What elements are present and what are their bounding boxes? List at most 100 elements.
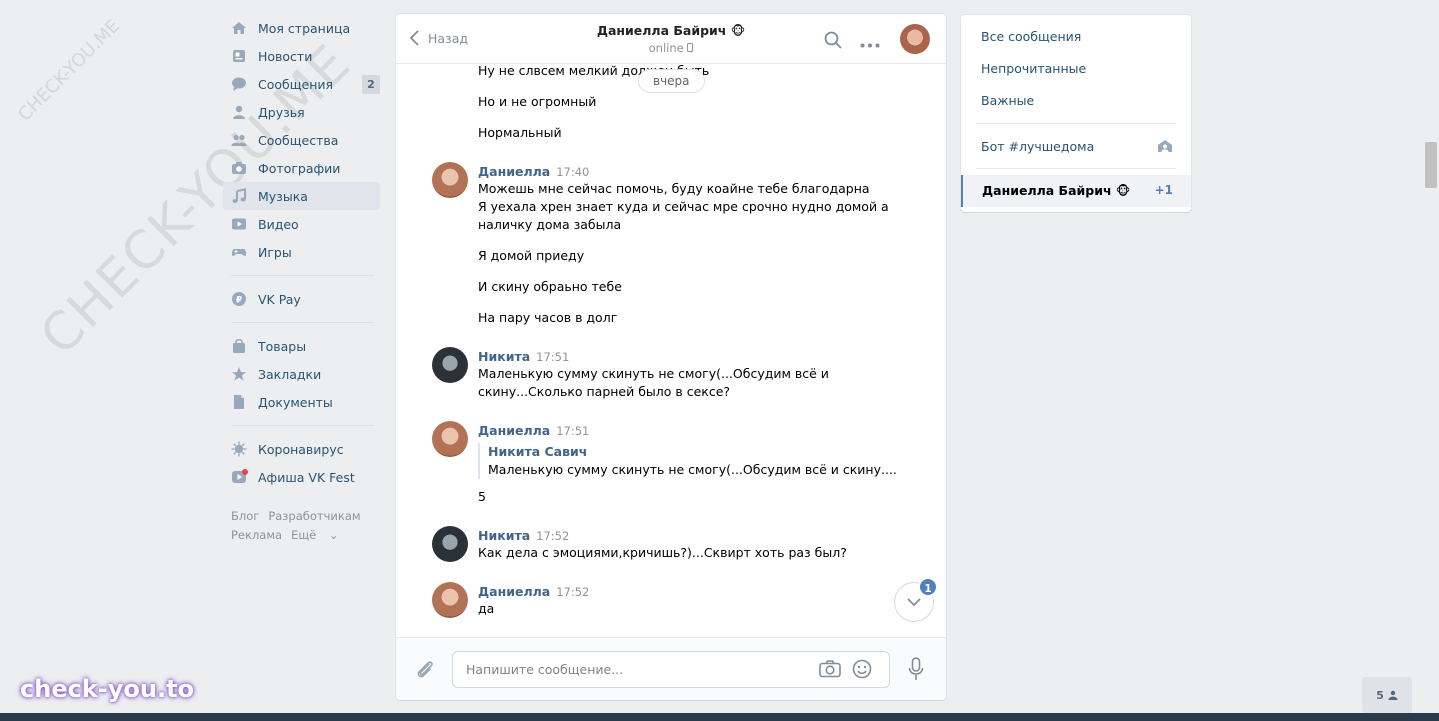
more-button[interactable] (860, 36, 880, 51)
message-header: Даниелла 17:51 (478, 423, 589, 438)
footer-link-more[interactable]: Ещё ⌄ (291, 528, 347, 542)
nav-label: Сообщения (258, 76, 334, 92)
nav-item-music[interactable]: Музыка (223, 182, 380, 210)
bag-icon (231, 338, 247, 354)
nav-item-my-page[interactable]: Моя страница (223, 14, 380, 42)
message-text: Можешь мне сейчас помочь, буду коайне те… (478, 181, 870, 196)
more-icon (860, 43, 880, 48)
avatar[interactable] (432, 526, 468, 562)
attach-button[interactable] (414, 658, 436, 683)
nav-item-photos[interactable]: Фотографии (223, 154, 380, 182)
avatar[interactable] (432, 421, 468, 457)
camera-icon (231, 160, 247, 176)
message-text: наличку дома забыла (478, 217, 622, 232)
nav-label: Новости (258, 48, 313, 64)
messages-filter-panel: Все сообщения Непрочитанные Важные Бот #… (961, 15, 1191, 212)
friends-count: 5 (1376, 688, 1384, 702)
message-text: Нормальный (478, 125, 562, 140)
nav-label: Афиша VK Fest (258, 469, 355, 485)
message-text: И скину обраьно тебе (478, 279, 622, 294)
search-button[interactable] (824, 31, 842, 52)
forwarded-quote[interactable]: Никита Савич Маленькую сумму скинуть не … (478, 443, 897, 479)
nav-item-vkfest[interactable]: Афиша VK Fest (223, 463, 380, 491)
nav-item-groups[interactable]: Сообщества (223, 126, 380, 154)
nav-item-coronavirus[interactable]: Коронавирус (223, 435, 380, 463)
music-icon (231, 188, 247, 204)
message-time[interactable]: 17:40 (556, 165, 589, 179)
smile-icon (852, 659, 872, 679)
message-header: Даниелла 17:40 (478, 164, 589, 179)
bot-chat-item[interactable]: Бот #лучшедома (981, 139, 1094, 154)
camera-button[interactable] (819, 660, 841, 681)
active-chat-unread: +1 (1154, 183, 1173, 197)
message-header: Никита 17:51 (478, 349, 569, 364)
chevron-down-icon (907, 598, 921, 607)
emoji-button[interactable] (852, 659, 872, 682)
page-scrollbar[interactable] (1425, 142, 1437, 188)
nav-item-messages[interactable]: Сообщения 2 (223, 70, 380, 98)
nav-label: Товары (258, 338, 307, 354)
nav-item-games[interactable]: Игры (223, 238, 380, 266)
watermark-logo: check-you.to (20, 675, 195, 703)
nav-label: Моя страница (258, 20, 351, 36)
nav-item-vkpay[interactable]: ₽ VK Pay (223, 285, 380, 313)
nav-label: Закладки (258, 366, 322, 382)
peer-avatar[interactable] (900, 24, 930, 54)
online-friends-button[interactable]: 5 (1362, 677, 1412, 713)
chevron-down-icon: ⌄ (328, 528, 339, 542)
nav-label: Видео (258, 216, 299, 232)
nav-item-video[interactable]: Видео (223, 210, 380, 238)
quote-text: Маленькую сумму скинуть не смогу(...Обсу… (488, 462, 897, 477)
message-author[interactable]: Никита (478, 349, 530, 364)
nav-item-goods[interactable]: Товары (223, 332, 380, 360)
star-icon (231, 366, 247, 382)
voice-message-button[interactable] (908, 657, 924, 684)
message-time[interactable]: 17:51 (556, 424, 589, 438)
message-composer (396, 637, 946, 700)
chat-window: Назад Даниелла Байрич 🐵 online Ну не слв… (396, 14, 946, 700)
nav-separator (231, 275, 374, 276)
nav-item-friends[interactable]: Друзья (223, 98, 380, 126)
nav-label: Документы (258, 394, 333, 410)
message-text: да (478, 601, 495, 616)
messages-badge: 2 (362, 75, 380, 94)
document-icon (231, 394, 247, 410)
os-taskbar (0, 713, 1439, 721)
message-time[interactable]: 17:52 (536, 529, 569, 543)
date-pill: вчера (638, 69, 705, 93)
nav-separator (231, 322, 374, 323)
chat-header: Назад Даниелла Байрич 🐵 online (396, 14, 946, 64)
panel-separator (976, 168, 1176, 169)
message-time[interactable]: 17:51 (536, 350, 569, 364)
avatar[interactable] (432, 347, 468, 383)
filter-all-messages[interactable]: Все сообщения (981, 29, 1081, 44)
microphone-icon (908, 657, 924, 680)
search-icon (824, 31, 842, 49)
message-author[interactable]: Даниелла (478, 423, 550, 438)
filter-important[interactable]: Важные (981, 93, 1034, 108)
message-time[interactable]: 17:52 (556, 585, 589, 599)
nav-item-documents[interactable]: Документы (223, 388, 380, 416)
footer-links: Блог Разработчикам Реклама Ещё ⌄ (223, 507, 380, 545)
avatar[interactable] (432, 582, 468, 618)
message-header: Даниелла 17:52 (478, 584, 589, 599)
active-chat-item[interactable]: Даниелла Байрич 🐵 +1 (961, 175, 1191, 207)
games-icon (231, 244, 247, 260)
nav-separator (231, 425, 374, 426)
footer-link-blog[interactable]: Блог (231, 509, 259, 523)
message-text: Я домой приеду (478, 248, 585, 263)
message-author[interactable]: Даниелла (478, 584, 550, 599)
nav-item-news[interactable]: Новости (223, 42, 380, 70)
panel-separator (976, 123, 1176, 124)
footer-link-ads[interactable]: Реклама (231, 528, 282, 542)
nav-item-bookmarks[interactable]: Закладки (223, 360, 380, 388)
message-text: Как дела с эмоциями,кричишь?)...Сквирт х… (478, 545, 847, 560)
notification-dot (242, 469, 248, 475)
message-author[interactable]: Даниелла (478, 164, 550, 179)
watermark-small: CHECK-YOU.ME (14, 15, 125, 126)
avatar[interactable] (432, 162, 468, 198)
footer-link-dev[interactable]: Разработчикам (268, 509, 360, 523)
messages-icon (231, 76, 247, 92)
filter-unread[interactable]: Непрочитанные (981, 61, 1086, 76)
message-author[interactable]: Никита (478, 528, 530, 543)
